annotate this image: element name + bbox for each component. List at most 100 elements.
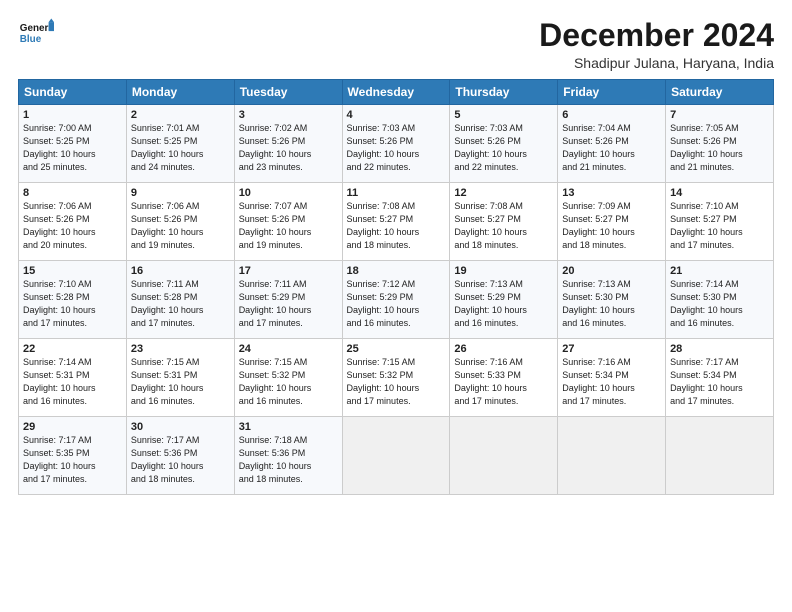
header: General Blue December 2024 Shadipur Jula…	[18, 18, 774, 71]
table-row: 20Sunrise: 7:13 AM Sunset: 5:30 PM Dayli…	[558, 261, 666, 339]
day-info: Sunrise: 7:15 AM Sunset: 5:32 PM Dayligh…	[347, 356, 446, 408]
day-info: Sunrise: 7:01 AM Sunset: 5:25 PM Dayligh…	[131, 122, 230, 174]
day-info: Sunrise: 7:16 AM Sunset: 5:34 PM Dayligh…	[562, 356, 661, 408]
table-row: 13Sunrise: 7:09 AM Sunset: 5:27 PM Dayli…	[558, 183, 666, 261]
day-info: Sunrise: 7:11 AM Sunset: 5:29 PM Dayligh…	[239, 278, 338, 330]
day-number: 25	[347, 343, 446, 355]
day-info: Sunrise: 7:14 AM Sunset: 5:31 PM Dayligh…	[23, 356, 122, 408]
day-info: Sunrise: 7:00 AM Sunset: 5:25 PM Dayligh…	[23, 122, 122, 174]
day-info: Sunrise: 7:17 AM Sunset: 5:34 PM Dayligh…	[670, 356, 769, 408]
table-row: 3Sunrise: 7:02 AM Sunset: 5:26 PM Daylig…	[234, 105, 342, 183]
day-number: 1	[23, 109, 122, 121]
day-info: Sunrise: 7:12 AM Sunset: 5:29 PM Dayligh…	[347, 278, 446, 330]
table-row: 7Sunrise: 7:05 AM Sunset: 5:26 PM Daylig…	[666, 105, 774, 183]
day-info: Sunrise: 7:06 AM Sunset: 5:26 PM Dayligh…	[23, 200, 122, 252]
day-number: 21	[670, 265, 769, 277]
calendar-week-row: 15Sunrise: 7:10 AM Sunset: 5:28 PM Dayli…	[19, 261, 774, 339]
table-row: 18Sunrise: 7:12 AM Sunset: 5:29 PM Dayli…	[342, 261, 450, 339]
table-row: 2Sunrise: 7:01 AM Sunset: 5:25 PM Daylig…	[126, 105, 234, 183]
calendar-week-row: 22Sunrise: 7:14 AM Sunset: 5:31 PM Dayli…	[19, 339, 774, 417]
day-number: 4	[347, 109, 446, 121]
day-number: 8	[23, 187, 122, 199]
table-row: 12Sunrise: 7:08 AM Sunset: 5:27 PM Dayli…	[450, 183, 558, 261]
day-number: 23	[131, 343, 230, 355]
col-thursday: Thursday	[450, 80, 558, 105]
table-row	[666, 417, 774, 495]
day-number: 10	[239, 187, 338, 199]
col-tuesday: Tuesday	[234, 80, 342, 105]
day-number: 17	[239, 265, 338, 277]
day-info: Sunrise: 7:18 AM Sunset: 5:36 PM Dayligh…	[239, 434, 338, 486]
col-sunday: Sunday	[19, 80, 127, 105]
day-info: Sunrise: 7:07 AM Sunset: 5:26 PM Dayligh…	[239, 200, 338, 252]
day-number: 12	[454, 187, 553, 199]
table-row: 6Sunrise: 7:04 AM Sunset: 5:26 PM Daylig…	[558, 105, 666, 183]
calendar-week-row: 8Sunrise: 7:06 AM Sunset: 5:26 PM Daylig…	[19, 183, 774, 261]
day-info: Sunrise: 7:14 AM Sunset: 5:30 PM Dayligh…	[670, 278, 769, 330]
table-row: 9Sunrise: 7:06 AM Sunset: 5:26 PM Daylig…	[126, 183, 234, 261]
day-info: Sunrise: 7:15 AM Sunset: 5:31 PM Dayligh…	[131, 356, 230, 408]
table-row: 26Sunrise: 7:16 AM Sunset: 5:33 PM Dayli…	[450, 339, 558, 417]
table-row: 14Sunrise: 7:10 AM Sunset: 5:27 PM Dayli…	[666, 183, 774, 261]
calendar-table: Sunday Monday Tuesday Wednesday Thursday…	[18, 79, 774, 495]
day-info: Sunrise: 7:02 AM Sunset: 5:26 PM Dayligh…	[239, 122, 338, 174]
day-number: 13	[562, 187, 661, 199]
logo-icon: General Blue	[18, 18, 54, 46]
day-number: 11	[347, 187, 446, 199]
table-row: 15Sunrise: 7:10 AM Sunset: 5:28 PM Dayli…	[19, 261, 127, 339]
day-number: 20	[562, 265, 661, 277]
day-info: Sunrise: 7:05 AM Sunset: 5:26 PM Dayligh…	[670, 122, 769, 174]
day-number: 3	[239, 109, 338, 121]
day-info: Sunrise: 7:06 AM Sunset: 5:26 PM Dayligh…	[131, 200, 230, 252]
day-info: Sunrise: 7:16 AM Sunset: 5:33 PM Dayligh…	[454, 356, 553, 408]
day-number: 18	[347, 265, 446, 277]
col-monday: Monday	[126, 80, 234, 105]
table-row: 31Sunrise: 7:18 AM Sunset: 5:36 PM Dayli…	[234, 417, 342, 495]
table-row: 5Sunrise: 7:03 AM Sunset: 5:26 PM Daylig…	[450, 105, 558, 183]
table-row: 22Sunrise: 7:14 AM Sunset: 5:31 PM Dayli…	[19, 339, 127, 417]
col-wednesday: Wednesday	[342, 80, 450, 105]
table-row: 27Sunrise: 7:16 AM Sunset: 5:34 PM Dayli…	[558, 339, 666, 417]
logo: General Blue	[18, 18, 56, 46]
table-row	[342, 417, 450, 495]
table-row: 19Sunrise: 7:13 AM Sunset: 5:29 PM Dayli…	[450, 261, 558, 339]
day-number: 5	[454, 109, 553, 121]
table-row: 1Sunrise: 7:00 AM Sunset: 5:25 PM Daylig…	[19, 105, 127, 183]
day-number: 30	[131, 421, 230, 433]
day-info: Sunrise: 7:17 AM Sunset: 5:36 PM Dayligh…	[131, 434, 230, 486]
calendar-header-row: Sunday Monday Tuesday Wednesday Thursday…	[19, 80, 774, 105]
calendar-page: General Blue December 2024 Shadipur Jula…	[0, 0, 792, 612]
day-info: Sunrise: 7:03 AM Sunset: 5:26 PM Dayligh…	[347, 122, 446, 174]
day-info: Sunrise: 7:03 AM Sunset: 5:26 PM Dayligh…	[454, 122, 553, 174]
col-saturday: Saturday	[666, 80, 774, 105]
calendar-week-row: 1Sunrise: 7:00 AM Sunset: 5:25 PM Daylig…	[19, 105, 774, 183]
day-number: 22	[23, 343, 122, 355]
day-number: 2	[131, 109, 230, 121]
table-row: 25Sunrise: 7:15 AM Sunset: 5:32 PM Dayli…	[342, 339, 450, 417]
table-row	[450, 417, 558, 495]
day-info: Sunrise: 7:08 AM Sunset: 5:27 PM Dayligh…	[454, 200, 553, 252]
day-number: 24	[239, 343, 338, 355]
calendar-week-row: 29Sunrise: 7:17 AM Sunset: 5:35 PM Dayli…	[19, 417, 774, 495]
table-row: 8Sunrise: 7:06 AM Sunset: 5:26 PM Daylig…	[19, 183, 127, 261]
day-info: Sunrise: 7:09 AM Sunset: 5:27 PM Dayligh…	[562, 200, 661, 252]
day-info: Sunrise: 7:13 AM Sunset: 5:30 PM Dayligh…	[562, 278, 661, 330]
main-title: December 2024	[539, 18, 774, 53]
day-number: 31	[239, 421, 338, 433]
table-row	[558, 417, 666, 495]
table-row: 10Sunrise: 7:07 AM Sunset: 5:26 PM Dayli…	[234, 183, 342, 261]
day-number: 19	[454, 265, 553, 277]
day-info: Sunrise: 7:10 AM Sunset: 5:28 PM Dayligh…	[23, 278, 122, 330]
table-row: 28Sunrise: 7:17 AM Sunset: 5:34 PM Dayli…	[666, 339, 774, 417]
table-row: 16Sunrise: 7:11 AM Sunset: 5:28 PM Dayli…	[126, 261, 234, 339]
subtitle: Shadipur Julana, Haryana, India	[539, 55, 774, 71]
day-number: 28	[670, 343, 769, 355]
day-info: Sunrise: 7:17 AM Sunset: 5:35 PM Dayligh…	[23, 434, 122, 486]
day-info: Sunrise: 7:08 AM Sunset: 5:27 PM Dayligh…	[347, 200, 446, 252]
title-block: December 2024 Shadipur Julana, Haryana, …	[539, 18, 774, 71]
day-number: 6	[562, 109, 661, 121]
day-info: Sunrise: 7:04 AM Sunset: 5:26 PM Dayligh…	[562, 122, 661, 174]
col-friday: Friday	[558, 80, 666, 105]
table-row: 24Sunrise: 7:15 AM Sunset: 5:32 PM Dayli…	[234, 339, 342, 417]
svg-text:Blue: Blue	[20, 34, 42, 45]
